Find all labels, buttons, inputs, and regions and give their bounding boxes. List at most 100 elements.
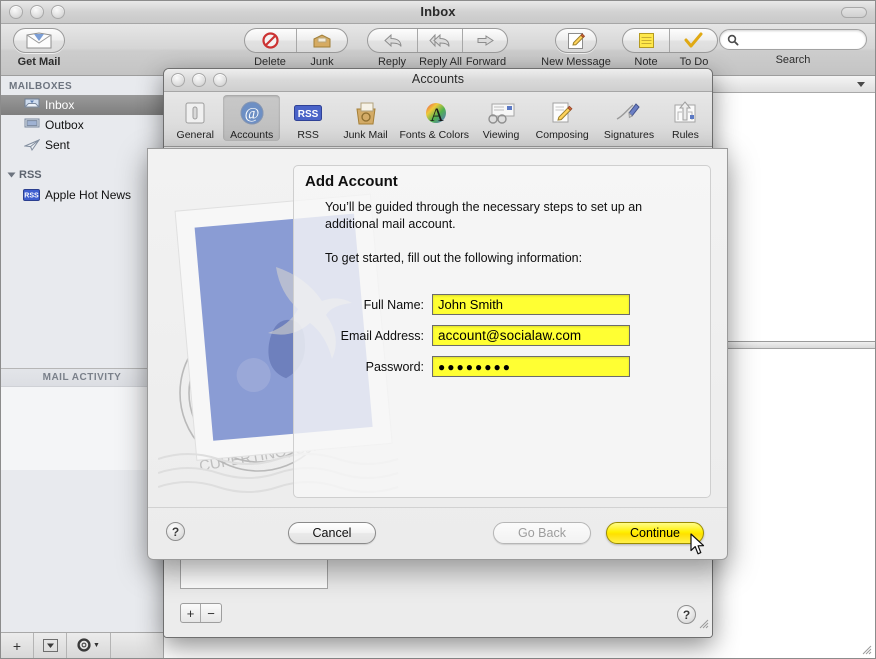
password-value: ●●●●●●●● (438, 359, 512, 374)
search-input[interactable] (719, 29, 867, 50)
email-address-input[interactable]: account@socialaw.com (432, 325, 630, 346)
delete-icon[interactable] (245, 29, 297, 52)
sidebar-group-rss-label: RSS (19, 169, 42, 181)
prefs-tab-rss-label: RSS (297, 129, 319, 141)
search-label: Search (775, 54, 811, 66)
prefs-tab-signatures[interactable]: Signatures (596, 95, 662, 141)
mail-activity-body (1, 385, 163, 470)
add-mailbox-button[interactable]: + (1, 633, 34, 658)
form-row-password: Password: ●●●●●●●● (317, 356, 630, 377)
fonts-colors-icon: A (395, 98, 474, 128)
cancel-button-label: Cancel (312, 526, 352, 540)
reply-icon[interactable] (368, 29, 418, 52)
inbox-icon (23, 98, 40, 113)
prefs-window-title: Accounts (411, 72, 465, 86)
sheet-title: Add Account (305, 173, 398, 190)
prefs-titlebar: Accounts (164, 69, 712, 92)
main-window-resize-grip[interactable] (860, 643, 873, 656)
search-text-input[interactable] (743, 32, 853, 47)
form-row-full-name: Full Name: John Smith (317, 294, 630, 315)
mail-activity-lower (1, 469, 163, 632)
accounts-add-remove-group: + − (180, 603, 222, 623)
prefs-tab-general[interactable]: General (167, 95, 223, 141)
accounts-at-icon: @ (223, 98, 279, 128)
mouse-cursor (690, 533, 706, 556)
question-mark-icon: ? (171, 524, 180, 539)
prefs-tab-fonts-colors-label: Fonts & Colors (399, 129, 469, 141)
chevron-down-icon[interactable] (7, 172, 16, 178)
sidebar-item-sent[interactable]: Sent (1, 135, 163, 155)
mail-activity-header: MAIL ACTIVITY (1, 367, 163, 386)
toolbar-to-do-label: To Do (679, 56, 709, 68)
junk-icon[interactable] (297, 29, 348, 52)
get-mail-icon[interactable] (13, 28, 65, 53)
toolbar-reply-label: Reply (377, 56, 407, 68)
reply-all-icon[interactable] (418, 29, 463, 52)
note-icon[interactable] (623, 29, 671, 52)
toolbar-new-message-label: New Message (541, 56, 611, 68)
toolbar-get-mail-label: Get Mail (17, 56, 61, 68)
sidebar-item-outbox[interactable]: Outbox (1, 115, 163, 135)
signatures-icon (596, 98, 662, 128)
form-row-email-address: Email Address: account@socialaw.com (317, 325, 630, 346)
prefs-tab-rules-label: Rules (672, 129, 699, 141)
toolbar-delete-junk-group: Delete Junk (244, 28, 348, 68)
prefs-tab-composing[interactable]: Composing (528, 95, 596, 141)
prefs-tab-junk-mail[interactable]: Junk Mail (336, 95, 394, 141)
go-back-button[interactable]: Go Back (493, 522, 591, 544)
go-back-button-label: Go Back (518, 526, 566, 540)
mailboxes-header: MAILBOXES (9, 81, 73, 92)
svg-text:@: @ (244, 106, 259, 123)
prefs-tab-accounts[interactable]: @ Accounts (223, 95, 280, 141)
password-label: Password: (365, 359, 424, 374)
general-icon (167, 98, 223, 128)
gear-icon (77, 638, 91, 652)
sidebar-item-outbox-label: Outbox (45, 118, 84, 132)
sheet-help-button[interactable]: ? (166, 522, 185, 541)
prefs-toolbar: General @ Accounts RSS RSS Junk Mail A F… (164, 92, 712, 147)
prefs-tab-fonts-colors[interactable]: A Fonts & Colors (395, 95, 474, 141)
to-do-icon[interactable] (670, 29, 717, 52)
prefs-tab-rules[interactable]: Rules (662, 95, 709, 141)
add-account-sheet: HELLO FROM CUPERTINO, CA (147, 148, 728, 560)
prefs-help-button[interactable]: ? (677, 605, 696, 624)
sidebar-bottom-bar: + ▼ (1, 632, 163, 658)
main-window-title: Inbox (420, 4, 456, 19)
toolbar-delete-label: Delete (254, 56, 286, 68)
main-titlebar: Inbox (1, 1, 875, 24)
prefs-bottom-bar: + − ? (164, 593, 712, 637)
chevron-down-icon: ▼ (93, 642, 100, 649)
search-icon (727, 34, 739, 46)
full-name-input[interactable]: John Smith (432, 294, 630, 315)
cancel-button[interactable]: Cancel (288, 522, 376, 544)
sidebar-group-rss[interactable]: RSS (1, 165, 163, 185)
plus-icon: + (186, 605, 195, 621)
action-mailbox-button[interactable] (34, 633, 67, 658)
mailboxes-sidebar: MAILBOXES Inbox Outbox Sent RSS RSS Appl… (1, 76, 164, 658)
settings-button[interactable]: ▼ (67, 633, 111, 658)
rules-icon (662, 98, 709, 128)
toolbar-reply-group: Reply Reply All Forward (367, 28, 508, 68)
new-message-icon[interactable] (555, 28, 597, 53)
prefs-resize-grip[interactable] (697, 617, 710, 635)
toolbar-toggle-button[interactable] (841, 7, 867, 18)
svg-text:RSS: RSS (298, 109, 319, 120)
chevron-down-icon[interactable] (857, 81, 865, 87)
toolbar-get-mail[interactable]: Get Mail (9, 28, 69, 68)
add-account-button[interactable]: + (181, 604, 201, 622)
remove-account-button[interactable]: − (201, 604, 221, 622)
password-input[interactable]: ●●●●●●●● (432, 356, 630, 377)
prefs-tab-composing-label: Composing (535, 129, 589, 141)
minus-icon: − (207, 605, 215, 621)
sidebar-item-apple-hot-news-label: Apple Hot News (45, 188, 132, 202)
continue-button-label: Continue (629, 526, 681, 540)
sidebar-item-inbox[interactable]: Inbox (1, 95, 163, 115)
prefs-tab-rss[interactable]: RSS RSS (280, 95, 336, 141)
toolbar-new-message[interactable]: New Message (541, 28, 611, 68)
prefs-tab-viewing[interactable]: Viewing (474, 95, 529, 141)
forward-icon[interactable] (463, 29, 507, 52)
toolbar-note-label: Note (634, 56, 658, 68)
toolbar-junk-label: Junk (310, 56, 334, 68)
sheet-paragraph-2: To get started, fill out the following i… (325, 251, 583, 265)
sidebar-item-apple-hot-news[interactable]: RSS Apple Hot News (1, 185, 163, 205)
